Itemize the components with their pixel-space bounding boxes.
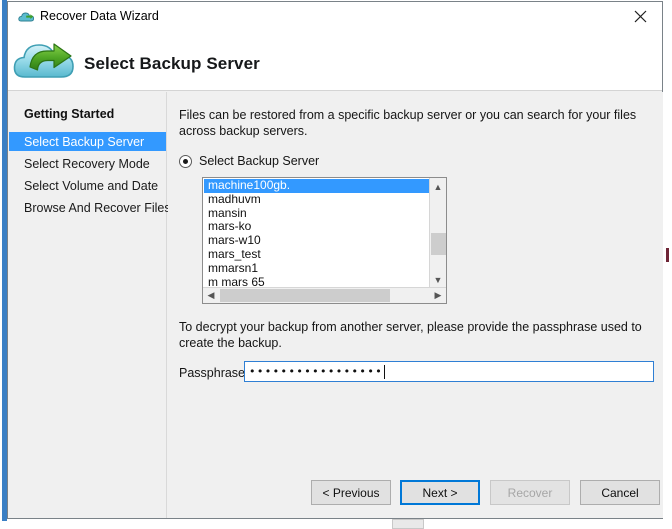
- header-banner: Select Backup Server: [8, 32, 662, 91]
- sidebar-item-browse-and-recover-files[interactable]: Browse And Recover Files: [9, 198, 171, 217]
- desktop-right-marker: [666, 248, 669, 262]
- sidebar-item-select-backup-server[interactable]: Select Backup Server: [9, 132, 166, 151]
- cloud-icon: [18, 10, 35, 24]
- radio-button-icon: [179, 154, 192, 168]
- wizard-content-pane: Files can be restored from a specific ba…: [168, 92, 663, 518]
- text-caret: [384, 364, 386, 379]
- sidebar-item-label: Select Recovery Mode: [24, 156, 150, 171]
- passphrase-value: •••••••••••••••••: [249, 365, 384, 378]
- sidebar-item-select-volume-and-date[interactable]: Select Volume and Date: [9, 176, 166, 195]
- intro-description: Files can be restored from a specific ba…: [179, 108, 637, 138]
- radio-select-backup-server[interactable]: Select Backup Server: [179, 154, 319, 168]
- sidebar-heading: Getting Started: [24, 107, 115, 121]
- next-button[interactable]: Next >: [400, 480, 480, 505]
- chevron-down-icon[interactable]: ▼: [430, 271, 446, 288]
- close-button[interactable]: [618, 2, 662, 31]
- previous-button[interactable]: < Previous: [311, 480, 391, 505]
- decrypt-description: To decrypt your backup from another serv…: [179, 320, 642, 350]
- list-item[interactable]: machine100gb.: [204, 179, 429, 193]
- sidebar-item-select-recovery-mode[interactable]: Select Recovery Mode: [9, 154, 166, 173]
- recover-button: Recover: [490, 480, 570, 505]
- cancel-button[interactable]: Cancel: [580, 480, 660, 505]
- list-item[interactable]: mars-ko: [204, 220, 429, 234]
- dialog-footer: < Previous Next > Recover Cancel: [168, 472, 663, 518]
- chevron-left-icon[interactable]: ◀: [203, 288, 219, 303]
- passphrase-label: Passphrase:: [179, 366, 249, 380]
- window-title: Recover Data Wizard: [40, 9, 159, 23]
- title-bar: Recover Data Wizard: [8, 2, 662, 32]
- chevron-up-icon[interactable]: ▲: [430, 178, 446, 195]
- page-title: Select Backup Server: [84, 54, 260, 73]
- vertical-scrollbar-thumb[interactable]: [431, 233, 446, 255]
- backup-server-list[interactable]: machine100gb. madhuvm mansin mars-ko mar…: [204, 179, 429, 289]
- list-item[interactable]: mars-w10: [204, 233, 429, 248]
- desktop-bottom-nub: [392, 519, 424, 529]
- backup-server-listbox[interactable]: machine100gb. madhuvm mansin mars-ko mar…: [202, 177, 447, 304]
- sidebar-item-label: Select Volume and Date: [24, 178, 159, 193]
- list-item[interactable]: mansin: [204, 206, 429, 221]
- list-item[interactable]: mars_test: [204, 247, 429, 262]
- passphrase-input[interactable]: •••••••••••••••••: [244, 361, 654, 382]
- list-item[interactable]: mmarsn1: [204, 261, 429, 276]
- listbox-vertical-scrollbar[interactable]: ▲ ▼: [429, 178, 446, 288]
- cloud-restore-icon: [11, 34, 79, 86]
- wizard-sidebar: Getting Started Select Backup Server Sel…: [9, 92, 171, 518]
- chevron-right-icon[interactable]: ▶: [430, 288, 446, 303]
- listbox-horizontal-scrollbar[interactable]: ◀ ▶: [203, 287, 446, 303]
- sidebar-item-label: Browse And Recover Files: [24, 200, 171, 215]
- radio-label: Select Backup Server: [199, 154, 320, 168]
- list-item[interactable]: madhuvm: [204, 192, 429, 207]
- close-icon: [634, 10, 646, 23]
- horizontal-scrollbar-thumb[interactable]: [220, 289, 390, 302]
- recover-data-wizard-dialog: Recover Data Wizard Select Backup Server…: [7, 1, 663, 519]
- sidebar-item-label: Select Backup Server: [24, 134, 145, 149]
